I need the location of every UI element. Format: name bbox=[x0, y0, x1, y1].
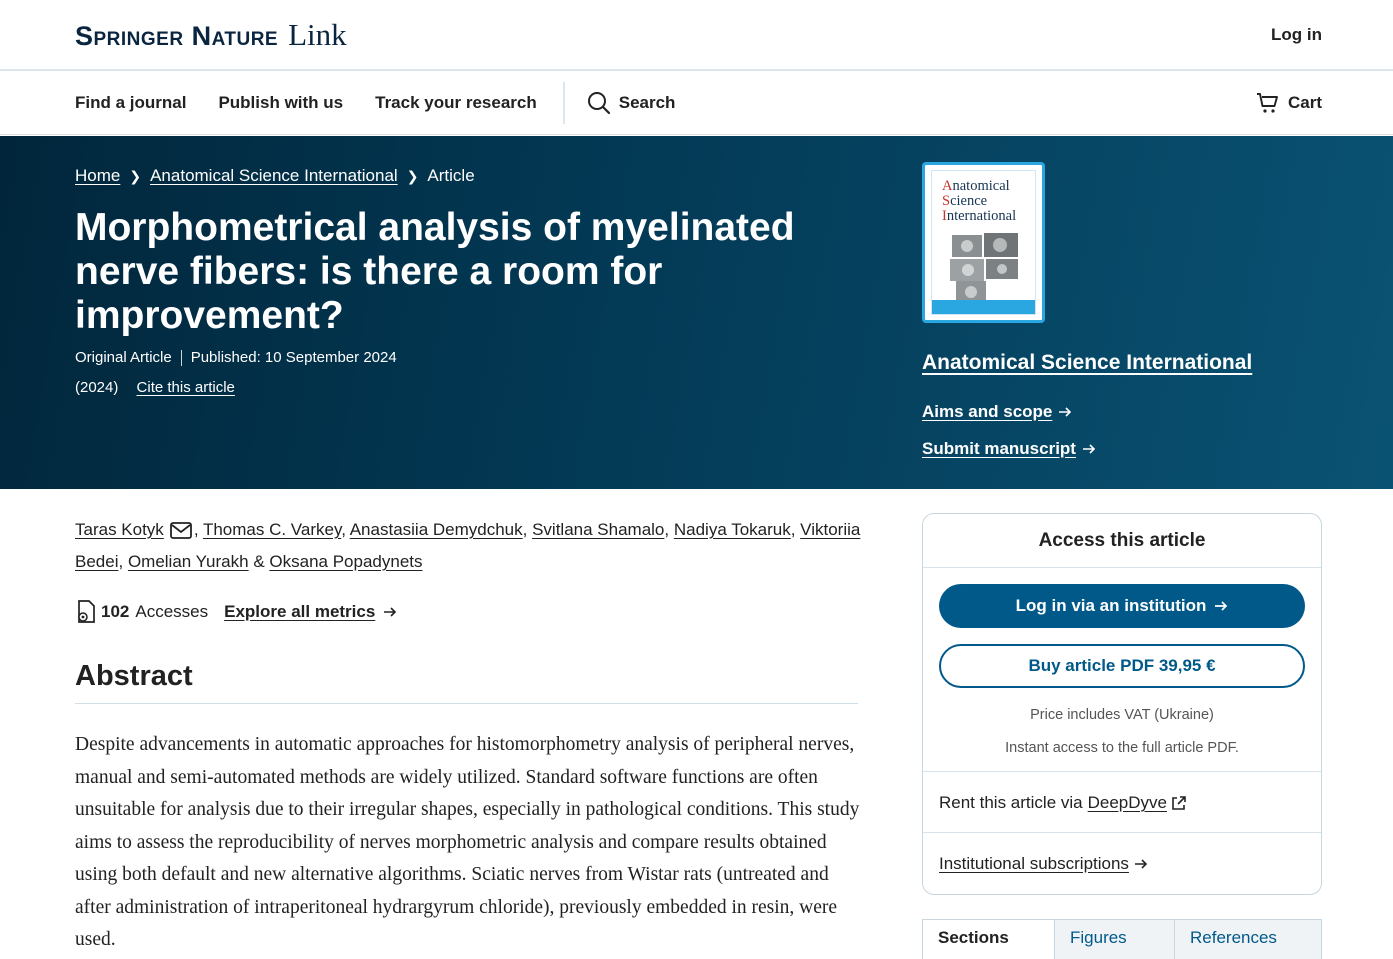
breadcrumb-current: Article bbox=[427, 166, 475, 185]
search-button[interactable]: Search bbox=[587, 91, 676, 115]
author-list: Taras Kotyk, Thomas C. Varkey, Anastasii… bbox=[75, 520, 861, 571]
author-link[interactable]: Svitlana Shamalo bbox=[532, 520, 664, 539]
logo-wordmark: Springer Nature bbox=[75, 20, 279, 51]
journal-cover-image: Anatomical Science International bbox=[931, 170, 1036, 315]
nav-divider bbox=[562, 81, 565, 124]
document-view-icon bbox=[78, 600, 95, 623]
institutional-subscriptions-label: Institutional subscriptions bbox=[939, 854, 1129, 873]
cover-footer-strip bbox=[932, 300, 1035, 314]
abstract-body: Despite advancements in automatic approa… bbox=[75, 734, 860, 950]
accesses-count: 102 bbox=[101, 602, 130, 621]
aims-and-scope-link[interactable]: Aims and scope bbox=[922, 402, 1072, 422]
author-link[interactable]: Nadiya Tokaruk bbox=[674, 520, 791, 539]
arrow-right-icon bbox=[1215, 601, 1228, 611]
author-link[interactable]: Anastasiia Demydchuk bbox=[350, 520, 523, 539]
cart-icon bbox=[1256, 92, 1278, 113]
author-link[interactable]: Taras Kotyk bbox=[75, 520, 164, 539]
article-year: (2024) bbox=[75, 379, 119, 396]
rent-article: Rent this article via DeepDyve bbox=[939, 793, 1186, 813]
rent-prefix: Rent this article via bbox=[939, 793, 1083, 812]
article-hero: Home ❯ Anatomical Science International … bbox=[0, 136, 1393, 489]
site-header: Springer Nature Link Log in bbox=[0, 0, 1393, 71]
main-nav: Find a journal Publish with us Track you… bbox=[0, 71, 1393, 135]
author-link[interactable]: Oksana Popadynets bbox=[269, 552, 422, 571]
cover-title: Anatomical Science International bbox=[942, 178, 1017, 224]
login-institution-label: Log in via an institution bbox=[1015, 596, 1207, 615]
journal-name-link[interactable]: Anatomical Science International bbox=[922, 351, 1252, 375]
deepdyve-link[interactable]: DeepDyve bbox=[1088, 793, 1167, 813]
nav-find-journal[interactable]: Find a journal bbox=[75, 93, 186, 113]
submit-manuscript-label: Submit manuscript bbox=[922, 439, 1076, 458]
cover-micrograph-image bbox=[950, 233, 1018, 303]
accesses-label: Accesses bbox=[135, 602, 209, 621]
breadcrumb-home[interactable]: Home bbox=[75, 166, 120, 186]
article-meta: Original Article Published: 10 September… bbox=[75, 349, 397, 366]
arrow-right-icon bbox=[1134, 859, 1148, 869]
tab-sections[interactable]: Sections bbox=[923, 920, 1054, 959]
sidebar-tabs: Sections Figures References bbox=[922, 919, 1322, 959]
tab-figures[interactable]: Figures bbox=[1054, 920, 1174, 959]
explore-metrics-link[interactable]: Explore all metrics bbox=[224, 602, 375, 622]
cite-this-article-link[interactable]: Cite this article bbox=[137, 379, 235, 396]
article-type: Original Article bbox=[75, 349, 172, 366]
chevron-right-icon: ❯ bbox=[406, 167, 419, 184]
login-institution-button[interactable]: Log in via an institution bbox=[939, 584, 1305, 628]
login-link[interactable]: Log in bbox=[1271, 25, 1322, 45]
aims-and-scope-label: Aims and scope bbox=[922, 402, 1053, 421]
arrow-right-icon bbox=[1082, 444, 1096, 454]
instant-access-note: Instant access to the full article PDF. bbox=[1005, 740, 1239, 756]
nav-track-research[interactable]: Track your research bbox=[375, 93, 537, 113]
email-icon[interactable] bbox=[169, 522, 192, 539]
panel-divider bbox=[923, 771, 1321, 772]
chevron-right-icon: ❯ bbox=[129, 167, 142, 184]
breadcrumb: Home ❯ Anatomical Science International … bbox=[75, 166, 475, 186]
meta-divider bbox=[180, 349, 182, 366]
search-icon bbox=[587, 91, 610, 114]
nav-publish-with-us[interactable]: Publish with us bbox=[218, 93, 343, 113]
article-citation-line: (2024) Cite this article bbox=[75, 379, 235, 396]
article-title: Morphometrical analysis of myelinated ne… bbox=[75, 206, 795, 337]
journal-cover[interactable]: Anatomical Science International bbox=[922, 162, 1045, 323]
panel-divider bbox=[923, 832, 1321, 833]
search-label: Search bbox=[618, 92, 676, 112]
published-date: Published: 10 September 2024 bbox=[190, 349, 397, 366]
access-panel: Access this article Log in via an instit… bbox=[922, 513, 1322, 895]
buy-article-button[interactable]: Buy article PDF 39,95 € bbox=[939, 644, 1305, 688]
abstract-heading: Abstract bbox=[75, 660, 858, 704]
access-title: Access this article bbox=[923, 514, 1321, 568]
cart-button[interactable]: Cart bbox=[1256, 91, 1322, 115]
cart-label: Cart bbox=[1287, 92, 1322, 112]
article-metrics: 102 Accesses Explore all metrics bbox=[75, 600, 397, 624]
external-link-icon bbox=[1172, 795, 1186, 810]
author-link[interactable]: Omelian Yurakh bbox=[128, 552, 249, 571]
springer-nature-link-logo[interactable]: Springer Nature Link bbox=[75, 17, 347, 53]
submit-manuscript-link[interactable]: Submit manuscript bbox=[922, 439, 1096, 459]
arrow-right-icon bbox=[1059, 407, 1072, 417]
logo-link-text: Link bbox=[288, 16, 347, 52]
arrow-right-icon bbox=[384, 607, 397, 617]
tab-references[interactable]: References bbox=[1174, 920, 1321, 959]
author-link[interactable]: Thomas C. Varkey bbox=[203, 520, 341, 539]
vat-note: Price includes VAT (Ukraine) bbox=[1030, 707, 1214, 723]
institutional-subscriptions-link[interactable]: Institutional subscriptions bbox=[939, 854, 1148, 874]
breadcrumb-journal[interactable]: Anatomical Science International bbox=[150, 166, 398, 186]
